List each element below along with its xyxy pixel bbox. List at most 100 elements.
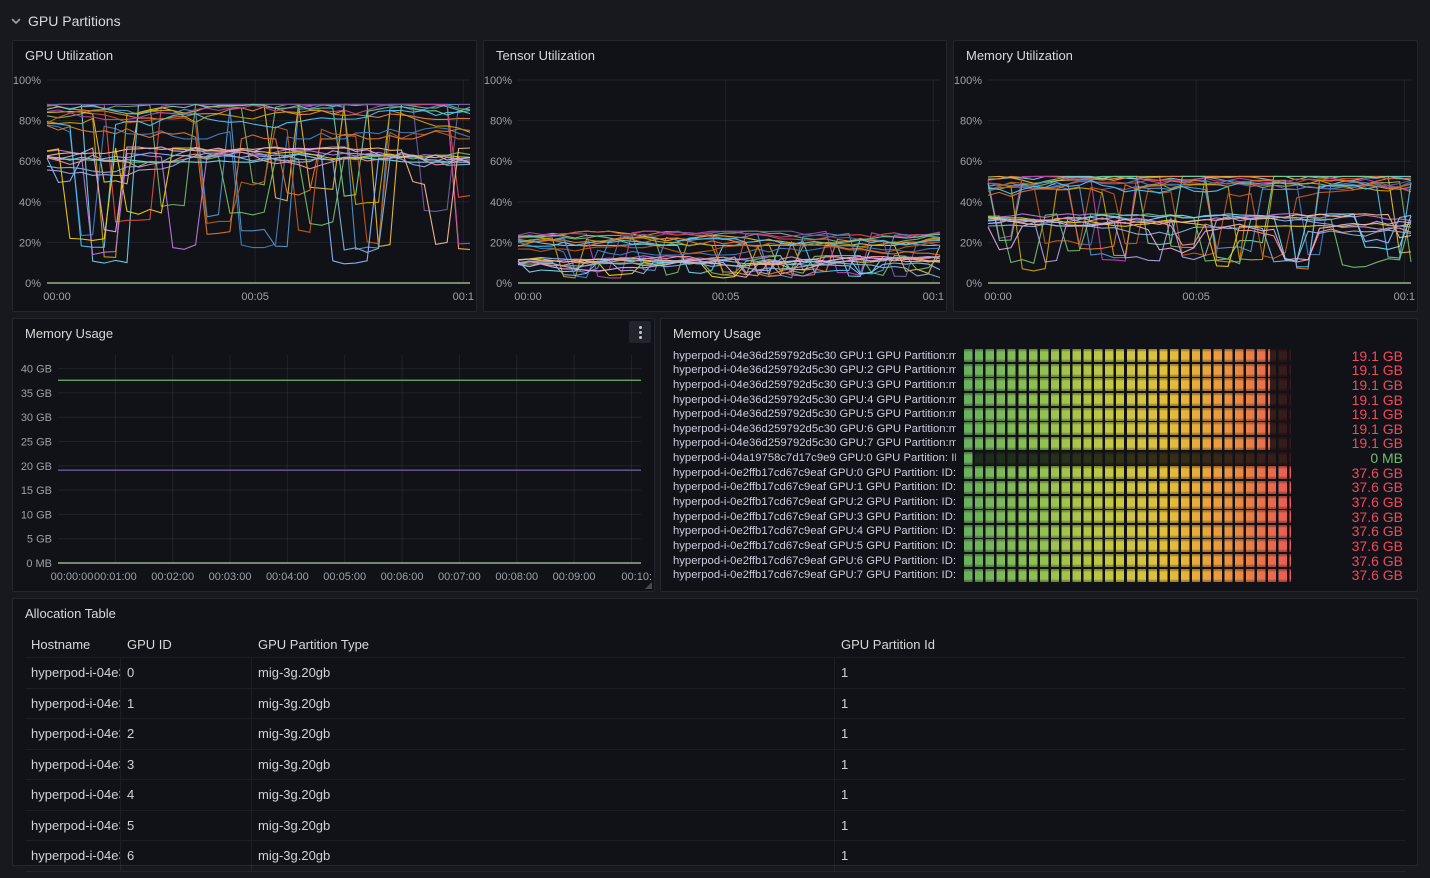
table-cell: 1 xyxy=(835,818,1405,833)
table-column-header[interactable]: Hostname xyxy=(25,637,121,652)
bargauge-row-label: hyperpod-i-0e2ffb17cd67c9eaf GPU:5 GPU P… xyxy=(673,540,956,552)
x-axis-tick-label: 00:1 xyxy=(453,291,474,303)
table-row: hyperpod-i-04e30mig-3g.20gb1 xyxy=(25,658,1405,689)
bargauge-row: hyperpod-i-04e36d259792d5c30 GPU:2 GPU P… xyxy=(673,364,1403,377)
bargauge-row: hyperpod-i-04e36d259792d5c30 GPU:6 GPU P… xyxy=(673,422,1403,435)
x-axis-tick-label: 00:09:00 xyxy=(553,571,596,583)
bargauge-row-label: hyperpod-i-04e36d259792d5c30 GPU:1 GPU P… xyxy=(673,350,956,362)
panel-title[interactable]: Allocation Table xyxy=(25,606,116,621)
bargauge-cell-grid xyxy=(964,525,1291,538)
y-axis-tick-label: 20% xyxy=(490,237,512,249)
y-axis-tick-label: 0% xyxy=(25,278,41,290)
panel-title[interactable]: Memory Usage xyxy=(25,326,113,341)
table-cell: mig-3g.20gb xyxy=(252,719,835,749)
memory-utilization-chart: 0%20%40%60%80%100%00:0000:0500:1 xyxy=(954,65,1417,311)
bargauge-row: hyperpod-i-0e2ffb17cd67c9eaf GPU:6 GPU P… xyxy=(673,554,1403,567)
table-cell: mig-3g.20gb xyxy=(252,780,835,810)
x-axis-tick-label: 00:00:00 xyxy=(51,571,94,583)
bargauge-value: 19.1 GB xyxy=(1299,392,1403,408)
y-axis-tick-label: 100% xyxy=(13,75,41,87)
panel-allocation-table: Allocation Table HostnameGPU IDGPU Parti… xyxy=(12,598,1418,866)
bargauge-value: 37.6 GB xyxy=(1299,538,1403,554)
series-line xyxy=(47,111,470,248)
bargauge-row-label: hyperpod-i-04e36d259792d5c30 GPU:2 GPU P… xyxy=(673,364,956,376)
table-cell: 1 xyxy=(121,689,252,719)
y-axis-tick-label: 10 GB xyxy=(21,509,52,521)
y-axis-tick-label: 100% xyxy=(954,75,982,87)
y-axis-tick-label: 35 GB xyxy=(21,388,52,400)
y-axis-tick-label: 60% xyxy=(19,156,41,168)
x-axis-tick-label: 00:01:00 xyxy=(94,571,137,583)
table-cell: hyperpod-i-04e3 xyxy=(25,658,121,688)
y-axis-tick-label: 25 GB xyxy=(21,437,52,449)
timeseries-svg: 0 MB5 GB10 GB15 GB20 GB25 GB30 GB35 GB40… xyxy=(13,343,654,591)
y-axis-tick-label: 0 MB xyxy=(26,558,52,570)
bargauge-cell-grid xyxy=(964,437,1291,450)
y-axis-tick-label: 60% xyxy=(960,156,982,168)
bargauge-bar xyxy=(964,554,1291,567)
grafana-dashboard: GPU Partitions GPU Utilization 0% 20% 40% 6… xyxy=(0,0,1430,878)
panel-title[interactable]: Tensor Utilization xyxy=(496,48,595,63)
x-axis-tick-label: 00:02:00 xyxy=(151,571,194,583)
table-column-header[interactable]: GPU ID xyxy=(121,637,252,652)
table-column-header[interactable]: GPU Partition Type xyxy=(252,637,835,652)
bargauge-value: 37.6 GB xyxy=(1299,494,1403,510)
table-cell: mig-3g.20gb xyxy=(252,750,835,780)
bargauge-value: 37.6 GB xyxy=(1299,479,1403,495)
bargauge-bar xyxy=(964,364,1291,377)
table-column-header[interactable]: GPU Partition Id xyxy=(835,637,1405,652)
bargauge-value: 37.6 GB xyxy=(1299,567,1403,583)
timeseries-svg: 0%20%40%60%80%100%00:0000:0500:1 xyxy=(954,65,1417,311)
bargauge-value: 19.1 GB xyxy=(1299,362,1403,378)
x-axis-tick-label: 00:05 xyxy=(241,291,269,303)
bargauge-row-label: hyperpod-i-04e36d259792d5c30 GPU:4 GPU P… xyxy=(673,394,956,406)
bargauge-bar xyxy=(964,510,1291,523)
bargauge-value: 37.6 GB xyxy=(1299,523,1403,539)
bargauge-cell-grid xyxy=(964,496,1291,509)
x-axis-tick-label: 00:00 xyxy=(43,291,71,303)
panel-title[interactable]: Memory Utilization xyxy=(966,48,1073,63)
bargauge-row-label: hyperpod-i-04e36d259792d5c30 GPU:6 GPU P… xyxy=(673,423,956,435)
table-cell: 4 xyxy=(121,780,252,810)
y-axis-tick-label: 20% xyxy=(19,237,41,249)
y-axis-tick-label: 40% xyxy=(960,197,982,209)
bargauge-row: hyperpod-i-0e2ffb17cd67c9eaf GPU:0 GPU P… xyxy=(673,466,1403,479)
bargauge-bar xyxy=(964,539,1291,552)
bargauge-cell-grid xyxy=(964,539,1291,552)
bargauge-bar xyxy=(964,452,1291,465)
bargauge-cell-grid xyxy=(964,364,1291,377)
allocation-table: HostnameGPU IDGPU Partition TypeGPU Part… xyxy=(25,632,1405,872)
table-cell: hyperpod-i-04e3 xyxy=(25,841,121,871)
bargauge-value: 0 MB xyxy=(1299,450,1403,466)
bargauge-bar xyxy=(964,378,1291,391)
x-axis-tick-label: 00:00 xyxy=(984,291,1012,303)
table-row: hyperpod-i-04e33mig-3g.20gb1 xyxy=(25,750,1405,781)
bargauge-row-label: hyperpod-i-0e2ffb17cd67c9eaf GPU:6 GPU P… xyxy=(673,555,956,567)
y-axis-tick-label: 30 GB xyxy=(21,412,52,424)
bargauge-cell-grid xyxy=(964,554,1291,567)
row-header-gpu-partitions[interactable]: GPU Partitions xyxy=(10,9,121,33)
panel-memory-utilization: Memory Utilization 0%20%40%60%80%100%00:… xyxy=(953,40,1418,312)
bargauge-row: hyperpod-i-04e36d259792d5c30 GPU:5 GPU P… xyxy=(673,408,1403,421)
table-row: hyperpod-i-04e31mig-3g.20gb1 xyxy=(25,689,1405,720)
bargauge-bar xyxy=(964,466,1291,479)
panel-menu-kebab-icon[interactable] xyxy=(629,321,651,343)
bargauge-cell-grid xyxy=(964,569,1291,582)
timeseries-svg: 0%20%40%60%80%100%00:0000:0500:1 xyxy=(13,65,476,311)
bargauge-cell-grid xyxy=(964,349,1291,362)
bargauge-row: hyperpod-i-0e2ffb17cd67c9eaf GPU:7 GPU P… xyxy=(673,569,1403,582)
panel-tensor-utilization: Tensor Utilization 0%20%40%60%80%100%00:… xyxy=(483,40,947,312)
panel-gpu-utilization: GPU Utilization 0%20%40%60%80%100%00:000… xyxy=(12,40,477,312)
y-axis-tick-label: 80% xyxy=(490,116,512,128)
y-axis-tick-label: 40% xyxy=(490,197,512,209)
bargauge-cell-grid xyxy=(964,393,1291,406)
panel-title[interactable]: GPU Utilization xyxy=(25,48,113,63)
bargauge-row: hyperpod-i-0e2ffb17cd67c9eaf GPU:4 GPU P… xyxy=(673,525,1403,538)
bargauge-bar xyxy=(964,481,1291,494)
bargauge-rows: hyperpod-i-04e36d259792d5c30 GPU:1 GPU P… xyxy=(673,349,1403,582)
panel-resize-handle[interactable] xyxy=(645,582,652,589)
y-axis-tick-label: 40% xyxy=(19,197,41,209)
x-axis-tick-label: 00:06:00 xyxy=(381,571,424,583)
panel-title[interactable]: Memory Usage xyxy=(673,326,761,341)
y-axis-tick-label: 20% xyxy=(960,237,982,249)
